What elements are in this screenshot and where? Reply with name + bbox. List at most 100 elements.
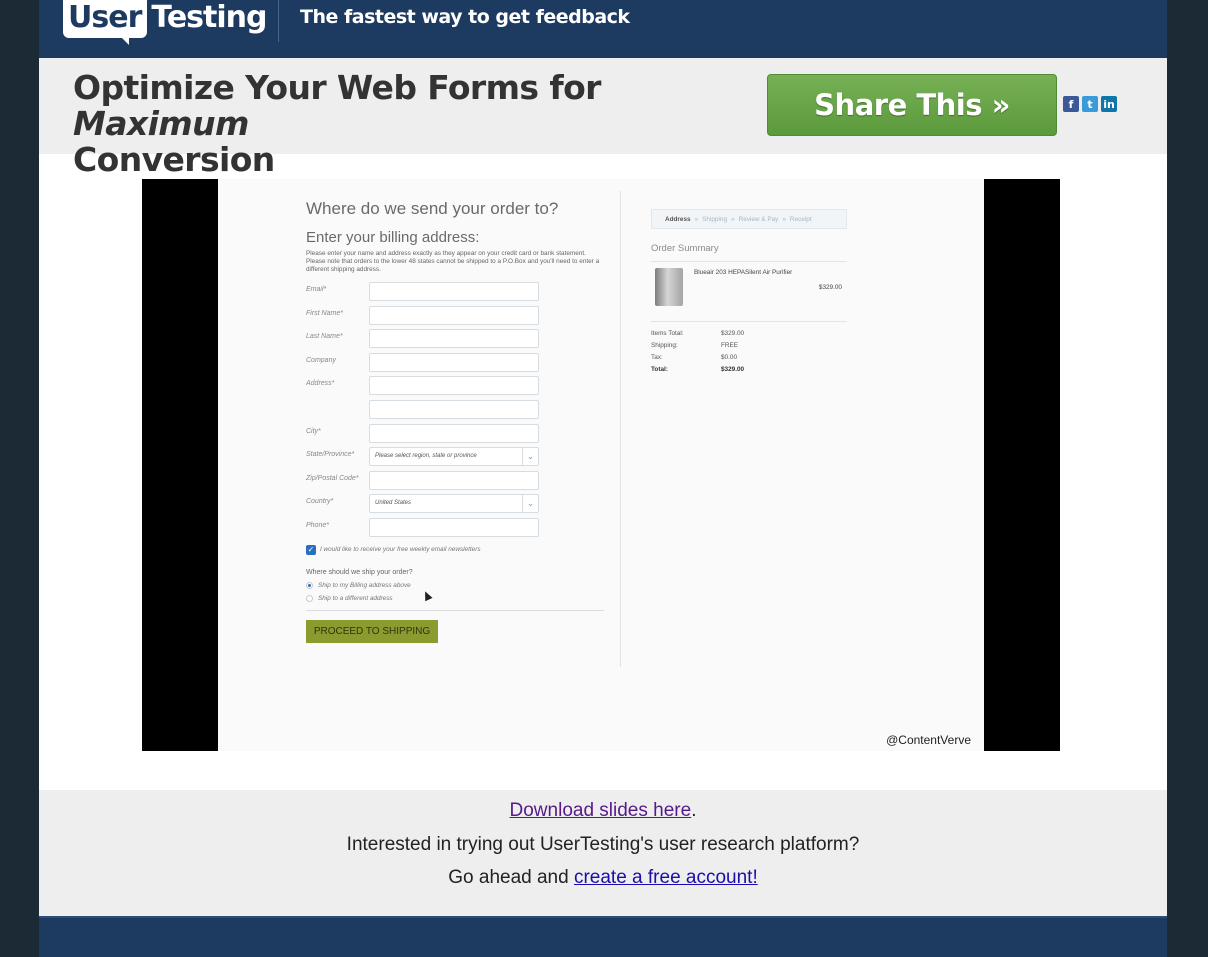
total-value: $329.00 [721, 366, 745, 373]
ship-option-billing: Ship to my Billing address above [306, 581, 606, 589]
checkout-steps: Address» Shipping» Review & Pay» Receipt [651, 209, 847, 229]
video-frame-checkout-form: Where do we send your order to? Enter yo… [218, 179, 984, 751]
form-select: United States ⌄ [369, 494, 539, 514]
form-input [369, 282, 539, 301]
form-field-row: City* [306, 423, 606, 448]
form-field-label: Address* [306, 380, 335, 388]
form-field-label: Last Name* [306, 333, 343, 341]
form-note: Please enter your name and address exact… [306, 250, 600, 273]
form-field-row: First Name* [306, 305, 606, 330]
checkmark-icon: ✓ [306, 544, 316, 555]
total-row: Tax: $0.00 [651, 352, 847, 364]
radio-empty-icon [306, 594, 313, 602]
form-field-row: Country* United States ⌄ [306, 494, 606, 518]
step-receipt: Receipt [789, 215, 812, 223]
form-select: Please select region, state or province ⌄ [369, 447, 539, 467]
total-label: Shipping: [651, 342, 678, 349]
create-account-link[interactable]: create a free account! [574, 867, 758, 888]
download-suffix: . [691, 800, 697, 821]
form-field-row: Email* [306, 282, 606, 306]
form-input [369, 352, 539, 372]
chevron-down-icon: ⌄ [522, 448, 538, 466]
social-share-icons: f t in [1063, 96, 1117, 112]
total-label: Tax: [651, 354, 663, 361]
video-player[interactable]: Where do we send your order to? Enter yo… [142, 179, 1060, 751]
form-select-value: United States [375, 500, 412, 507]
form-input [369, 399, 539, 419]
video-watermark: @ContentVerve [886, 733, 971, 747]
interest-question: Interested in trying out UserTesting's u… [346, 834, 860, 855]
ship-option-different-label: Ship to a different address [318, 594, 393, 602]
order-summary: Address» Shipping» Review & Pay» Receipt… [651, 209, 847, 376]
summary-divider [651, 321, 847, 322]
form-field-label: First Name* [306, 309, 343, 317]
total-value: $0.00 [721, 354, 737, 361]
product-price: $329.00 [818, 284, 842, 291]
title-band: Optimize Your Web Forms for Maximum Conve… [39, 58, 1167, 178]
total-value: $329.00 [721, 330, 745, 337]
form-input [369, 329, 539, 349]
form-field-row: Last Name* [306, 329, 606, 353]
site-footer [39, 916, 1167, 957]
facebook-icon[interactable]: f [1063, 96, 1079, 112]
form-input [369, 423, 539, 443]
linkedin-icon[interactable]: in [1101, 96, 1117, 112]
form-field-label: Email* [306, 286, 327, 293]
page-title: Optimize Your Web Forms for Maximum Conve… [73, 70, 753, 178]
page: User Testing The fastest way to get feed… [39, 0, 1167, 957]
form-field-label: Company [306, 356, 336, 364]
form-select-value: Please select region, state or province [375, 453, 477, 460]
download-slides-link[interactable]: Download slides here [510, 800, 692, 821]
step-separator-icon: » [731, 215, 735, 223]
usertesting-logo[interactable]: User Testing [63, 0, 268, 46]
logo-part-testing: Testing [151, 0, 267, 35]
total-label: Items Total: [651, 330, 684, 337]
twitter-icon[interactable]: t [1082, 96, 1098, 112]
form-input [369, 376, 539, 396]
total-row: Total: $329.00 [651, 364, 847, 376]
newsletter-label: I would like to receive your free weekly… [320, 546, 481, 554]
info-band: Download slides here. Interested in tryi… [39, 790, 1167, 916]
step-review-pay: Review & Pay [738, 215, 779, 223]
form-field-row: State/Province* Please select region, sta… [306, 447, 606, 471]
form-fields: Email* First Name* Last Name* Company Addres… [306, 282, 606, 542]
form-field-label: City* [306, 427, 321, 435]
order-summary-title: Order Summary [651, 243, 719, 254]
step-shipping: Shipping [702, 215, 728, 223]
column-divider [620, 191, 621, 667]
form-field-label: Country* [306, 498, 334, 506]
title-text-pre: Optimize Your Web Forms for [73, 68, 601, 107]
form-heading: Where do we send your order to? [306, 199, 559, 218]
cta-prefix: Go ahead and [448, 867, 574, 888]
download-line: Download slides here. [39, 800, 1167, 822]
total-row: Items Total: $329.00 [651, 328, 847, 340]
share-this-button[interactable]: Share This » [767, 74, 1057, 136]
form-field-row [306, 399, 606, 424]
form-field-row: Zip/Postal Code* [306, 470, 606, 495]
chevron-down-icon: ⌄ [522, 495, 538, 513]
header-tagline: The fastest way to get feedback [300, 6, 630, 28]
ship-question: Where should we ship your order? [306, 568, 413, 576]
form-divider [306, 609, 604, 611]
order-totals: Items Total: $329.00 Shipping: FREE Tax: $0… [651, 328, 847, 376]
total-value: FREE [721, 342, 739, 349]
ship-option-different: Ship to a different address [306, 594, 606, 602]
total-label: Total: [651, 366, 668, 373]
form-input [369, 470, 539, 490]
cta-line: Go ahead and create a free account! [39, 867, 1167, 889]
form-field-row: Address* [306, 376, 606, 400]
form-field-row: Phone* [306, 517, 606, 542]
step-separator-icon: » [782, 215, 786, 223]
step-separator-icon: » [694, 215, 699, 223]
proceed-to-shipping-button: PROCEED TO SHIPPING [306, 619, 438, 643]
product-line: Blueair 203 HEPASilent Air Purifier $329… [651, 262, 847, 314]
newsletter-row: ✓ I would like to receive your free week… [306, 544, 606, 555]
form-field-label: State/Province* [306, 451, 355, 459]
logo-part-user: User [63, 0, 148, 45]
form-field-label: Zip/Postal Code* [306, 474, 359, 482]
radio-selected-icon [306, 581, 313, 589]
form-subheading: Enter your billing address: [306, 229, 480, 246]
form-input [369, 517, 539, 537]
title-text-emphasis: Maximum [73, 104, 249, 143]
air-purifier-image [655, 268, 683, 306]
